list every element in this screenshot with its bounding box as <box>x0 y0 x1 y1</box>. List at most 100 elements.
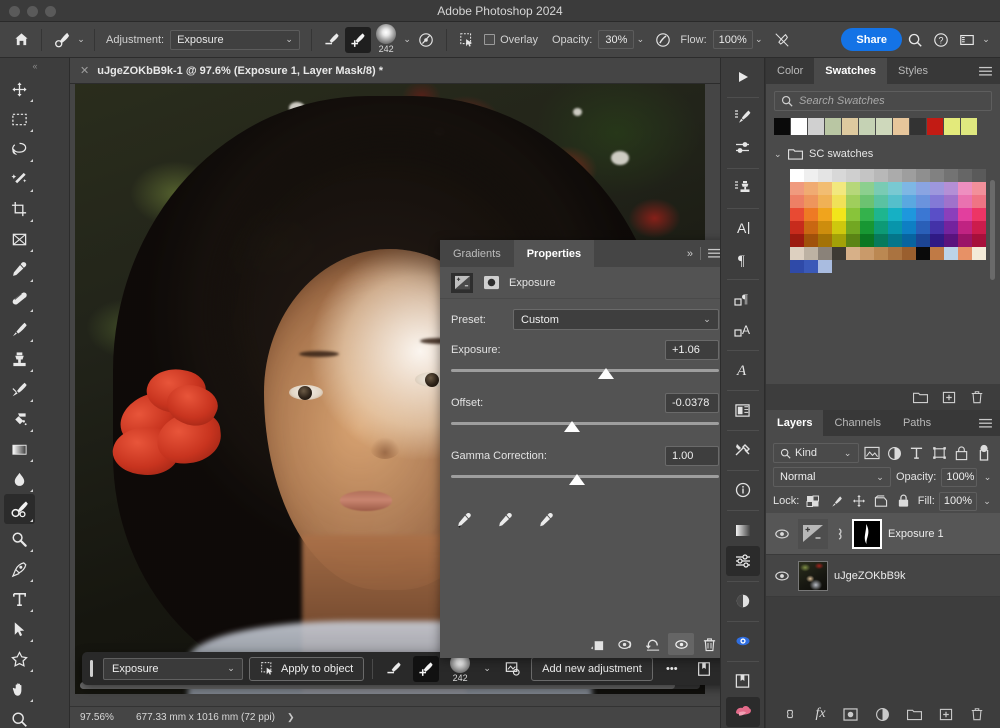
mask-icon[interactable] <box>481 273 501 293</box>
move-tool[interactable] <box>4 74 35 104</box>
clone-source-icon[interactable] <box>726 173 760 203</box>
marquee-tool[interactable] <box>4 104 35 134</box>
color-wheel-icon[interactable] <box>726 586 760 616</box>
gamma-value[interactable]: 1.00 <box>665 446 719 466</box>
help-icon[interactable]: ? <box>928 27 954 53</box>
swatch[interactable] <box>832 195 846 208</box>
swatch[interactable] <box>818 208 832 221</box>
swatch-grid[interactable] <box>790 169 986 273</box>
chevron-down-icon[interactable]: ⌄ <box>634 34 646 45</box>
swatch[interactable] <box>846 182 860 195</box>
brush-add-icon[interactable] <box>345 26 372 53</box>
swatch[interactable] <box>874 195 888 208</box>
spot-healing-tool[interactable] <box>4 284 35 314</box>
libraries-icon[interactable] <box>726 395 760 425</box>
brush-subtract-icon[interactable] <box>319 27 345 53</box>
brush-tool[interactable] <box>4 314 35 344</box>
swatch[interactable] <box>818 260 832 273</box>
layer-filter-kind[interactable]: Kind ⌄ <box>773 443 859 463</box>
swatch[interactable] <box>958 169 972 182</box>
notes-icon[interactable] <box>726 666 760 696</box>
tab-channels[interactable]: Channels <box>823 410 891 436</box>
chevron-down-icon[interactable]: ⌄ <box>982 472 993 483</box>
recent-swatch[interactable] <box>944 118 960 135</box>
delete-adjustment-icon[interactable] <box>696 633 722 655</box>
link-mask-icon[interactable] <box>834 526 846 542</box>
swatch[interactable] <box>818 195 832 208</box>
swatch[interactable] <box>972 208 986 221</box>
swatch[interactable] <box>874 247 888 260</box>
swatch[interactable] <box>790 208 804 221</box>
lock-all-icon[interactable] <box>895 492 913 511</box>
flow-value[interactable]: 100% <box>712 30 753 49</box>
adjustments-icon[interactable] <box>725 546 760 576</box>
airbrush-icon[interactable] <box>650 27 676 53</box>
swatch[interactable] <box>916 195 930 208</box>
chevron-down-icon[interactable]: ⌄ <box>980 34 992 45</box>
lasso-tool[interactable] <box>4 134 35 164</box>
swatch[interactable] <box>846 247 860 260</box>
new-swatch-icon[interactable] <box>942 391 956 404</box>
swatch[interactable] <box>846 221 860 234</box>
swatch[interactable] <box>916 182 930 195</box>
brushes-icon[interactable] <box>726 102 760 132</box>
swatch[interactable] <box>790 247 804 260</box>
more-options-icon[interactable]: ••• <box>659 656 685 682</box>
layer-thumbnail[interactable] <box>798 560 828 591</box>
adjustment-select[interactable]: Exposure ⌄ <box>170 29 301 50</box>
swatch[interactable] <box>790 221 804 234</box>
adjustment-brush-icon[interactable] <box>49 27 75 53</box>
swatch[interactable] <box>972 182 986 195</box>
filter-shape-icon[interactable] <box>930 444 948 463</box>
swatch[interactable] <box>888 195 902 208</box>
panel-menu-icon[interactable] <box>979 58 1000 84</box>
swatch[interactable] <box>860 208 874 221</box>
swatches-scrollbar[interactable] <box>990 180 995 280</box>
discover-icon[interactable] <box>726 626 760 656</box>
swatch[interactable] <box>930 169 944 182</box>
swatch[interactable] <box>790 234 804 247</box>
recent-swatch[interactable] <box>893 118 909 135</box>
apply-to-object-button[interactable]: Apply to object <box>249 656 365 681</box>
swatch[interactable] <box>958 182 972 195</box>
swatch[interactable] <box>930 195 944 208</box>
recent-swatches-row[interactable] <box>774 118 992 135</box>
swatch[interactable] <box>818 234 832 247</box>
offset-slider[interactable] <box>451 418 719 436</box>
eyedropper-tool[interactable] <box>4 254 35 284</box>
swatch[interactable] <box>972 169 986 182</box>
swatch[interactable] <box>888 234 902 247</box>
tab-gradients[interactable]: Gradients <box>440 240 514 267</box>
selection-preset-icon[interactable] <box>454 27 480 53</box>
swatch[interactable] <box>860 234 874 247</box>
exposure-value[interactable]: +1.06 <box>665 340 719 360</box>
brush-settings-icon[interactable] <box>726 133 760 163</box>
panel-menu-icon[interactable] <box>979 410 1000 436</box>
paragraph-icon[interactable]: ¶ <box>726 244 760 274</box>
toggle-visibility-icon[interactable] <box>668 633 694 655</box>
set-gray-point-eyedropper[interactable] <box>495 511 515 531</box>
swatch[interactable] <box>818 169 832 182</box>
swatch[interactable] <box>832 247 846 260</box>
link-layers-icon[interactable] <box>782 709 798 719</box>
recent-swatch[interactable] <box>876 118 892 135</box>
swatch[interactable] <box>958 195 972 208</box>
swatch[interactable] <box>804 247 818 260</box>
recent-swatch[interactable] <box>808 118 824 135</box>
lock-transparent-pixels-icon[interactable] <box>804 492 822 511</box>
close-tab-icon[interactable]: ✕ <box>80 64 89 77</box>
swatch[interactable] <box>860 169 874 182</box>
swatch[interactable] <box>944 247 958 260</box>
drag-grip-icon[interactable] <box>90 660 93 677</box>
layer-opacity-value[interactable]: 100% <box>941 467 978 487</box>
layer-row-exposure-1[interactable]: Exposure 1 <box>766 513 1000 555</box>
swatch[interactable] <box>804 182 818 195</box>
mask-options-icon[interactable] <box>499 656 525 682</box>
opacity-value[interactable]: 30% <box>598 30 635 49</box>
swatch[interactable] <box>818 182 832 195</box>
swatch[interactable] <box>874 221 888 234</box>
swatch[interactable] <box>860 195 874 208</box>
set-black-point-eyedropper[interactable] <box>454 511 474 531</box>
add-layer-mask-icon[interactable] <box>842 707 858 721</box>
swatch[interactable] <box>832 169 846 182</box>
